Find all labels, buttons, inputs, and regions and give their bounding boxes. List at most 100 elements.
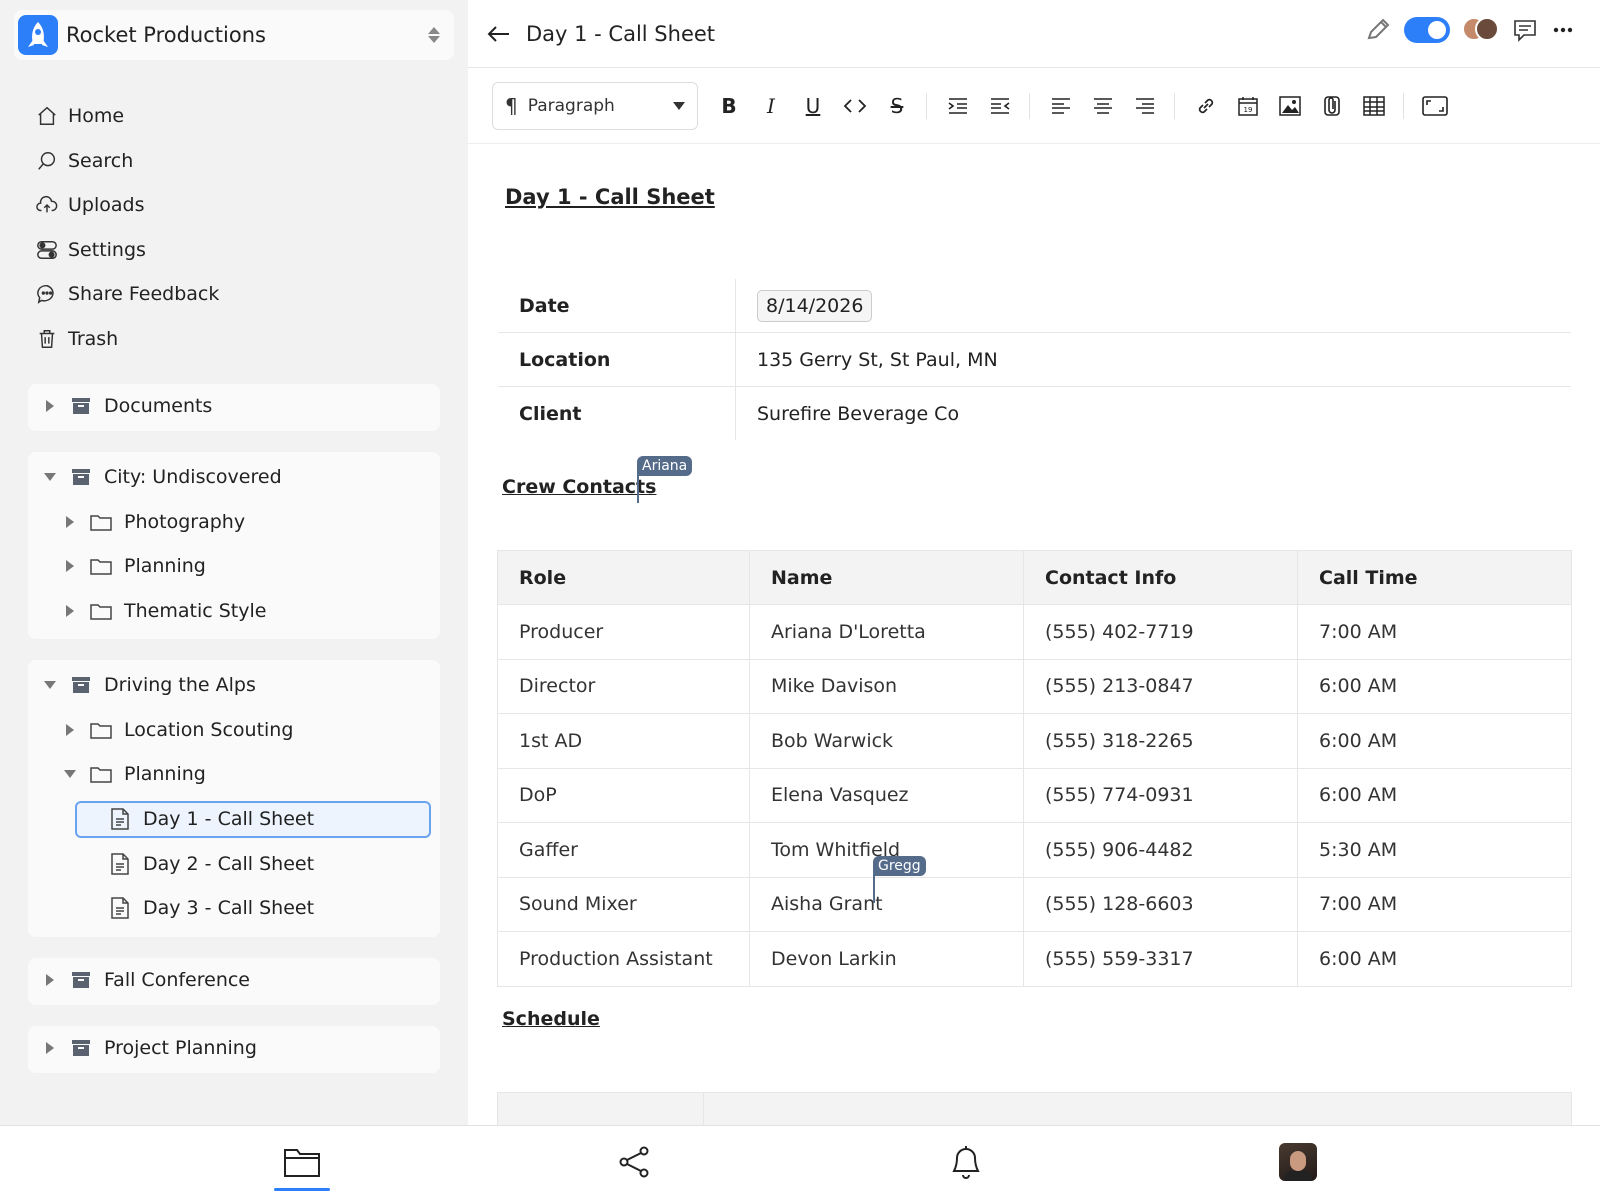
comments-icon[interactable] bbox=[1512, 17, 1538, 43]
sort-arrows-icon bbox=[428, 27, 440, 43]
column-header: Contact Info bbox=[1023, 550, 1298, 605]
folder-row-thematic-style[interactable]: Thematic Style bbox=[28, 589, 440, 634]
project-row-alps[interactable]: Driving the Alps bbox=[28, 663, 440, 708]
folder-row-photography[interactable]: Photography bbox=[28, 500, 440, 545]
table-cell: Production Assistant bbox=[497, 931, 750, 987]
nav-settings[interactable]: Settings bbox=[36, 228, 219, 273]
underline-button[interactable]: U bbox=[796, 89, 830, 123]
folder-label: Planning bbox=[124, 763, 206, 786]
folder-label: Location Scouting bbox=[124, 718, 294, 741]
home-icon bbox=[38, 107, 56, 126]
archive-box-icon bbox=[70, 674, 92, 696]
table-row: Production Assistant Devon Larkin (555) 55… bbox=[497, 931, 1572, 987]
italic-icon: I bbox=[767, 93, 775, 118]
crew-contacts-heading: Crew Contacts bbox=[502, 476, 657, 498]
folder-icon bbox=[90, 555, 112, 577]
nav-trash[interactable]: Trash bbox=[36, 317, 219, 362]
table-cell: (555) 774-0931 bbox=[1023, 768, 1298, 823]
nav-label: Uploads bbox=[68, 194, 145, 217]
file-label: Day 2 - Call Sheet bbox=[143, 852, 315, 875]
table-cell: Mike Davison bbox=[749, 659, 1024, 714]
file-label: Day 3 - Call Sheet bbox=[143, 897, 315, 920]
project-row-project-planning[interactable]: Project Planning bbox=[28, 1026, 440, 1071]
folder-row-alps-planning[interactable]: Planning bbox=[28, 752, 440, 797]
folder-row-planning[interactable]: Planning bbox=[28, 544, 440, 589]
file-row-day-1[interactable]: Day 1 - Call Sheet bbox=[75, 800, 431, 838]
document-title: Day 1 - Call Sheet bbox=[505, 185, 715, 209]
indent-button[interactable] bbox=[941, 89, 975, 123]
outdent-button[interactable] bbox=[983, 89, 1017, 123]
project-row-fall[interactable]: Fall Conference bbox=[28, 958, 440, 1003]
align-center-button[interactable] bbox=[1086, 89, 1120, 123]
table-cell: (555) 318-2265 bbox=[1023, 713, 1298, 769]
project-fall-conference: Fall Conference bbox=[28, 958, 440, 1005]
project-row-documents[interactable]: Documents bbox=[28, 384, 440, 429]
project-documents: Documents bbox=[28, 384, 440, 431]
attach-file-button[interactable] bbox=[1315, 89, 1349, 123]
bold-button[interactable]: B bbox=[712, 89, 746, 123]
italic-button[interactable]: I bbox=[754, 89, 788, 123]
table-cell: Director bbox=[497, 659, 750, 714]
table-cell: (555) 559-3317 bbox=[1023, 931, 1298, 987]
table-cell: (555) 402-7719 bbox=[1023, 604, 1298, 660]
nav-label: Trash bbox=[68, 327, 119, 350]
pilcrow-icon: ¶ bbox=[505, 93, 518, 118]
nav-home[interactable]: Home bbox=[36, 94, 219, 139]
project-label: City: Undiscovered bbox=[104, 466, 282, 489]
archive-box-icon bbox=[70, 395, 92, 417]
edit-mode-toggle[interactable] bbox=[1404, 17, 1450, 43]
nav-search[interactable]: Search bbox=[36, 139, 219, 184]
insert-image-button[interactable] bbox=[1273, 89, 1307, 123]
collaborator-avatars[interactable] bbox=[1462, 17, 1500, 43]
insert-table-button[interactable] bbox=[1357, 89, 1391, 123]
align-left-button[interactable] bbox=[1044, 89, 1078, 123]
insert-date-button[interactable]: 19 bbox=[1231, 89, 1265, 123]
table-cell: DoP bbox=[497, 768, 750, 823]
table-cell: Sound Mixer bbox=[497, 877, 750, 932]
align-left-icon bbox=[1052, 97, 1070, 114]
date-chip[interactable]: 8/14/2026 bbox=[757, 289, 873, 322]
table-cell: 5:30 AM bbox=[1297, 822, 1572, 878]
code-button[interactable] bbox=[838, 89, 872, 123]
file-row-day-2[interactable]: Day 2 - Call Sheet bbox=[28, 842, 440, 887]
table-cell: 6:00 AM bbox=[1297, 713, 1572, 769]
project-label: Driving the Alps bbox=[104, 674, 256, 697]
avatar bbox=[1279, 1143, 1317, 1181]
caret-down-icon bbox=[42, 473, 58, 482]
table-cell: Aisha Grant bbox=[749, 877, 1024, 932]
info-key: Location bbox=[498, 332, 736, 387]
table-row: Location 135 Gerry St, St Paul, MN bbox=[498, 332, 1571, 387]
folder-row-location-scouting[interactable]: Location Scouting bbox=[28, 708, 440, 753]
tab-share[interactable] bbox=[614, 1142, 654, 1182]
file-label: Day 1 - Call Sheet bbox=[143, 808, 315, 830]
align-right-button[interactable] bbox=[1128, 89, 1162, 123]
back-arrow-icon[interactable] bbox=[486, 21, 512, 47]
document-body[interactable]: Day 1 - Call Sheet Date 8/14/2026 Locati… bbox=[468, 145, 1600, 1125]
project-project-planning: Project Planning bbox=[28, 1026, 440, 1073]
tab-profile[interactable] bbox=[1278, 1142, 1318, 1182]
workspace-switcher[interactable]: Rocket Productions bbox=[14, 10, 454, 60]
tab-files[interactable] bbox=[282, 1142, 322, 1182]
collaborator-cursor-label: Gregg bbox=[873, 856, 926, 876]
nav-share-feedback[interactable]: Share Feedback bbox=[36, 272, 219, 317]
more-options-icon[interactable] bbox=[1550, 17, 1576, 43]
info-key: Client bbox=[498, 386, 736, 440]
caret-right-icon bbox=[42, 974, 58, 987]
block-style-select[interactable]: ¶ Paragraph bbox=[492, 81, 698, 130]
table-cell: 7:00 AM bbox=[1297, 604, 1572, 660]
file-row-day-3[interactable]: Day 3 - Call Sheet bbox=[28, 886, 440, 931]
fullscreen-button[interactable] bbox=[1418, 89, 1452, 123]
project-label: Fall Conference bbox=[104, 969, 250, 992]
project-row-city[interactable]: City: Undiscovered bbox=[28, 455, 440, 500]
avatar bbox=[1475, 17, 1499, 41]
column-header: Call Time bbox=[1297, 550, 1572, 605]
folder-open-icon bbox=[90, 763, 112, 785]
caret-right-icon bbox=[62, 723, 78, 736]
tab-notifications[interactable] bbox=[946, 1142, 986, 1182]
table-row: Producer Ariana D'Loretta (555) 402-7719 7:… bbox=[497, 604, 1572, 660]
link-button[interactable] bbox=[1189, 89, 1223, 123]
nav-label: Settings bbox=[68, 238, 146, 261]
strikethrough-button[interactable]: S bbox=[880, 89, 914, 123]
table-row: Gaffer Tom Whitfield (555) 906-4482 5:30 AM bbox=[497, 822, 1572, 878]
nav-uploads[interactable]: Uploads bbox=[36, 183, 219, 228]
